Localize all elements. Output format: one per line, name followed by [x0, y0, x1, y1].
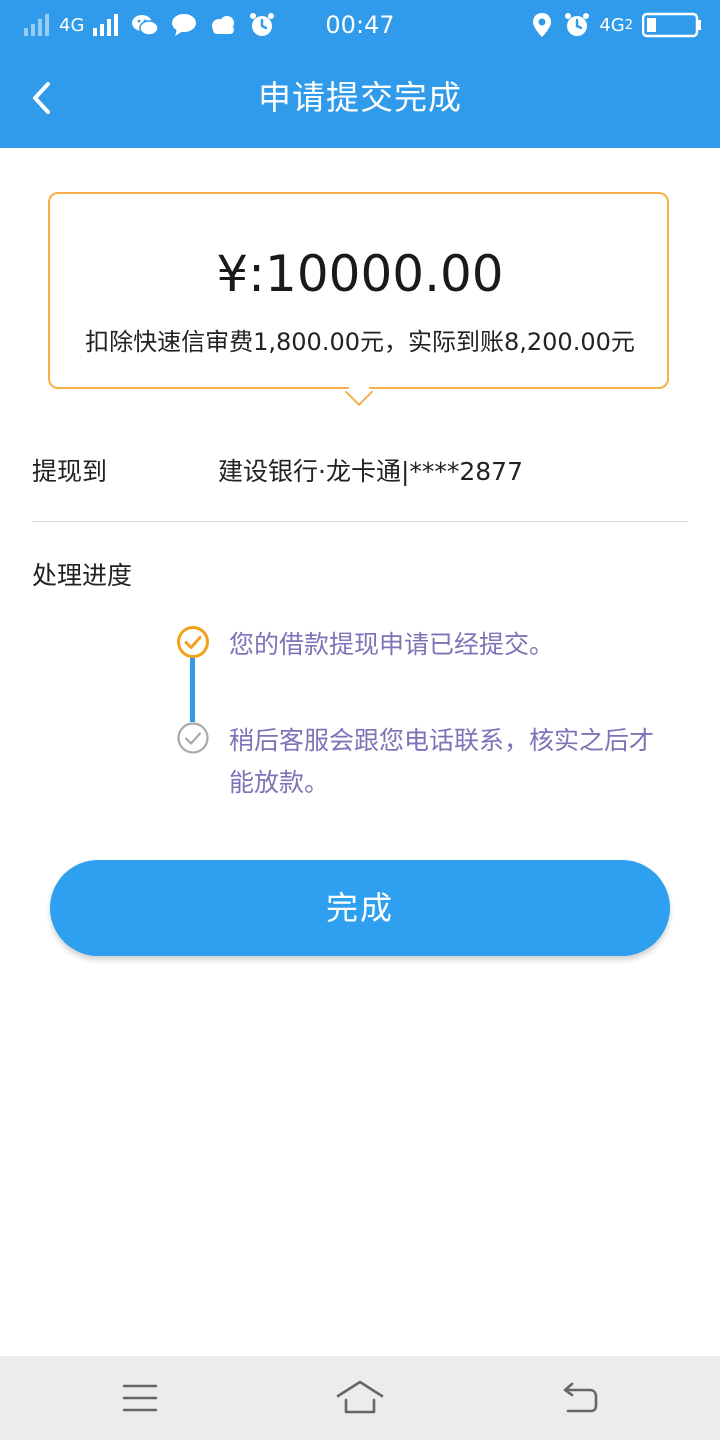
menu-icon	[122, 1384, 158, 1412]
nav-home-button[interactable]	[336, 1376, 384, 1420]
amount-value: ¥:10000.00	[216, 245, 504, 303]
system-nav-bar	[0, 1356, 720, 1440]
location-icon	[532, 12, 552, 38]
battery-icon	[642, 12, 702, 38]
nav-back-button[interactable]	[556, 1376, 604, 1420]
done-button[interactable]: 完成	[50, 860, 670, 956]
alarm-icon	[564, 12, 590, 38]
top-bar: 4G 00:47 4G 2 申请提交完成	[0, 0, 720, 148]
progress-step-2: 稍后客服会跟您电话联系，核实之后才能放款。	[229, 726, 655, 797]
progress-label: 处理进度	[32, 561, 133, 590]
sim-index: 2	[624, 17, 633, 33]
amount-fee-note: 扣除快速信审费1,800.00元，实际到账8,200.00元	[85, 328, 635, 356]
check-circle-icon	[176, 721, 210, 755]
withdraw-account: 建设银行·龙卡通|****2877	[218, 457, 523, 486]
status-right-group: 4G 2	[526, 10, 708, 40]
check-circle-icon	[176, 625, 210, 659]
progress-step-1: 您的借款提现申请已经提交。	[229, 630, 555, 659]
network-type-right: 4G	[599, 14, 625, 36]
back-icon	[563, 1382, 598, 1413]
home-icon	[336, 1380, 384, 1414]
withdraw-label: 提现到	[32, 457, 108, 486]
divider	[32, 521, 688, 522]
status-bar: 4G 00:47 4G 2	[0, 0, 720, 50]
nav-menu-button[interactable]	[116, 1376, 164, 1420]
header-bar: 申请提交完成	[0, 50, 720, 148]
page-title: 申请提交完成	[258, 78, 462, 117]
timeline-connector	[190, 656, 195, 722]
